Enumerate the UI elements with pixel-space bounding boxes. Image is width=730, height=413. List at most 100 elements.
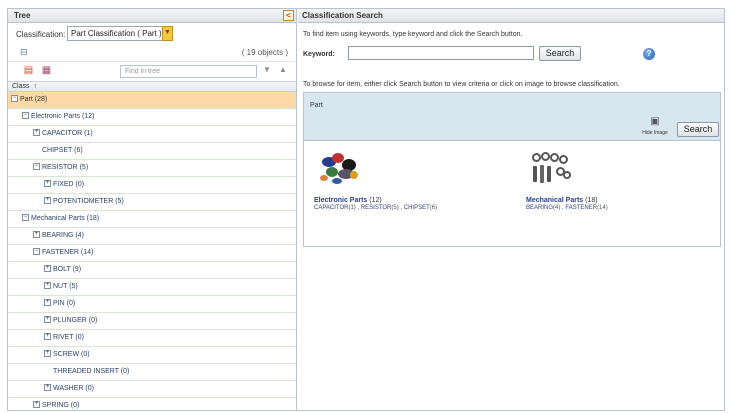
export-icon[interactable]: ▤: [22, 65, 35, 77]
collapse-icon[interactable]: −: [33, 247, 40, 255]
count-row: ⊟ ( 19 objects ): [8, 45, 296, 61]
expand-icon[interactable]: +: [33, 400, 40, 408]
tree-row-label: NUT (5): [53, 283, 78, 290]
sort-ascending-icon[interactable]: ↑: [34, 83, 38, 90]
collapse-icon[interactable]: −: [33, 162, 40, 170]
tree-row[interactable]: THREADED INSERT (0): [8, 364, 296, 381]
object-count: ( 19 objects ): [241, 48, 288, 57]
expand-icon[interactable]: +: [33, 128, 40, 136]
subcategory-link[interactable]: BEARING: [526, 205, 553, 211]
tree-row[interactable]: CHIPSET (6): [8, 143, 296, 160]
search-panel-title: Classification Search: [302, 11, 383, 20]
tree-row-label: FASTENER (14): [42, 249, 94, 256]
image-icon: ▣: [650, 116, 660, 127]
browse-title: Part: [310, 102, 323, 109]
tree-row[interactable]: + PIN (0): [8, 296, 296, 313]
collapse-icon[interactable]: −: [22, 111, 29, 119]
tree-row[interactable]: + NUT (5): [8, 279, 296, 296]
tree-row[interactable]: − Part (28): [8, 92, 296, 109]
keyword-hint: To find item using keywords, type keywor…: [303, 31, 523, 38]
classification-select[interactable]: Part Classification ( Part ) ▼: [67, 26, 173, 41]
tree-row-label: FIXED (0): [53, 181, 85, 188]
tree-row-label: CAPACITOR (1): [42, 130, 93, 137]
print-icon[interactable]: ▦: [40, 65, 53, 77]
tree-row[interactable]: + FIXED (0): [8, 177, 296, 194]
subcategory-link[interactable]: CHIPSET: [404, 205, 430, 211]
tree-row-label: PIN (0): [53, 300, 76, 307]
expand-icon[interactable]: +: [44, 179, 51, 187]
tree-panel-title: Tree: [14, 11, 31, 20]
mechanical-parts-image[interactable]: [530, 151, 576, 193]
tree-row[interactable]: + CAPACITOR (1): [8, 126, 296, 143]
tree-row[interactable]: + BEARING (4): [8, 228, 296, 245]
tree-row-label: BEARING (4): [42, 232, 85, 239]
classification-value: Part Classification ( Part ): [71, 29, 162, 38]
tree-row[interactable]: + RIVET (0): [8, 330, 296, 347]
expand-icon[interactable]: +: [44, 383, 51, 391]
keyword-label: Keyword:: [303, 51, 335, 58]
expand-icon[interactable]: +: [33, 230, 40, 238]
subcategory-list: CAPACITOR(1) , RESISTOR(5) , CHIPSET(6): [314, 205, 438, 211]
tree-panel-header: Tree <: [8, 9, 296, 23]
subcategory-list: BEARING(4) , FASTENER(14): [526, 205, 608, 211]
chevron-down-icon[interactable]: ▼: [162, 26, 173, 41]
expand-icon[interactable]: +: [44, 298, 51, 306]
keyword-input[interactable]: [348, 46, 534, 60]
subcategory-link[interactable]: RESISTOR: [361, 205, 392, 211]
subcategory-link[interactable]: CAPACITOR: [314, 205, 348, 211]
tree-row-label: WASHER (0): [53, 385, 94, 392]
tree-row-label: SPRING (0): [42, 402, 80, 409]
collapse-icon[interactable]: −: [11, 94, 18, 102]
find-in-tree-input[interactable]: Find in tree: [120, 65, 257, 78]
find-previous-icon[interactable]: ▲: [279, 65, 287, 74]
hide-image-button[interactable]: ▣ Hide Image: [642, 116, 668, 137]
tree-row[interactable]: + SPRING (0): [8, 398, 296, 410]
tree-row-label: Mechanical Parts (18): [31, 215, 100, 222]
search-panel: Classification Search To find item using…: [298, 9, 724, 410]
expand-icon[interactable]: +: [44, 196, 51, 204]
expand-icon[interactable]: +: [44, 315, 51, 323]
search-button[interactable]: Search: [539, 46, 581, 61]
tree-row[interactable]: − RESISTOR (5): [8, 160, 296, 177]
tree-row-label: RESISTOR (5): [42, 164, 89, 171]
expand-icon[interactable]: +: [44, 332, 51, 340]
category-electronic-parts[interactable]: Electronic Parts (12) CAPACITOR(1) , RES…: [314, 151, 437, 211]
expand-icon[interactable]: +: [44, 349, 51, 357]
tree-row[interactable]: − Mechanical Parts (18): [8, 211, 296, 228]
tree-row-label: PLUNGER (0): [53, 317, 98, 324]
tree-row-label: Part (28): [20, 96, 48, 103]
help-icon[interactable]: ?: [643, 48, 655, 60]
class-column-label: Class: [12, 83, 30, 90]
tree-row[interactable]: + BOLT (9): [8, 262, 296, 279]
expand-icon[interactable]: +: [44, 264, 51, 272]
tree-row-label: RIVET (0): [53, 334, 84, 341]
browse-search-button[interactable]: Search: [677, 122, 719, 137]
tree-row[interactable]: − Electronic Parts (12): [8, 109, 296, 126]
tree-toolbar: ▤ ▦ Find in tree ▼ ▲: [8, 61, 296, 81]
class-column-header[interactable]: Class ↑: [8, 81, 296, 92]
collapse-all-icon[interactable]: ⊟: [20, 48, 29, 57]
search-panel-header: Classification Search: [298, 9, 724, 23]
tree-row[interactable]: + POTENTIOMETER (5): [8, 194, 296, 211]
collapse-icon[interactable]: −: [22, 213, 29, 221]
hide-image-label: Hide Image: [642, 130, 668, 136]
category-name[interactable]: Electronic Parts (12): [314, 197, 437, 204]
browse-header: Part ▣ Hide Image Search: [304, 93, 720, 141]
classification-label: Classification:: [16, 30, 66, 39]
expand-icon[interactable]: +: [44, 281, 51, 289]
tree-row[interactable]: + SCREW (0): [8, 347, 296, 364]
tree-row-label: Electronic Parts (12): [31, 113, 95, 120]
app-frame: Tree < Classification: Part Classificati…: [7, 8, 725, 411]
tree-row[interactable]: + WASHER (0): [8, 381, 296, 398]
class-tree: − Part (28) − Electronic Parts (12) + CAPACIT…: [8, 92, 296, 410]
find-next-icon[interactable]: ▼: [263, 65, 271, 74]
electronic-parts-image[interactable]: [318, 151, 364, 193]
tree-row[interactable]: − FASTENER (14): [8, 245, 296, 262]
subcategory-link[interactable]: FASTENER: [565, 205, 597, 211]
collapse-panel-icon[interactable]: <: [283, 10, 294, 21]
category-name[interactable]: Mechanical Parts (18): [526, 197, 608, 204]
category-mechanical-parts[interactable]: Mechanical Parts (18) BEARING(4) , FASTE…: [526, 151, 608, 211]
tree-row[interactable]: + PLUNGER (0): [8, 313, 296, 330]
classification-row: Classification: Part Classification ( Pa…: [8, 23, 296, 45]
tree-panel: Tree < Classification: Part Classificati…: [8, 9, 297, 410]
